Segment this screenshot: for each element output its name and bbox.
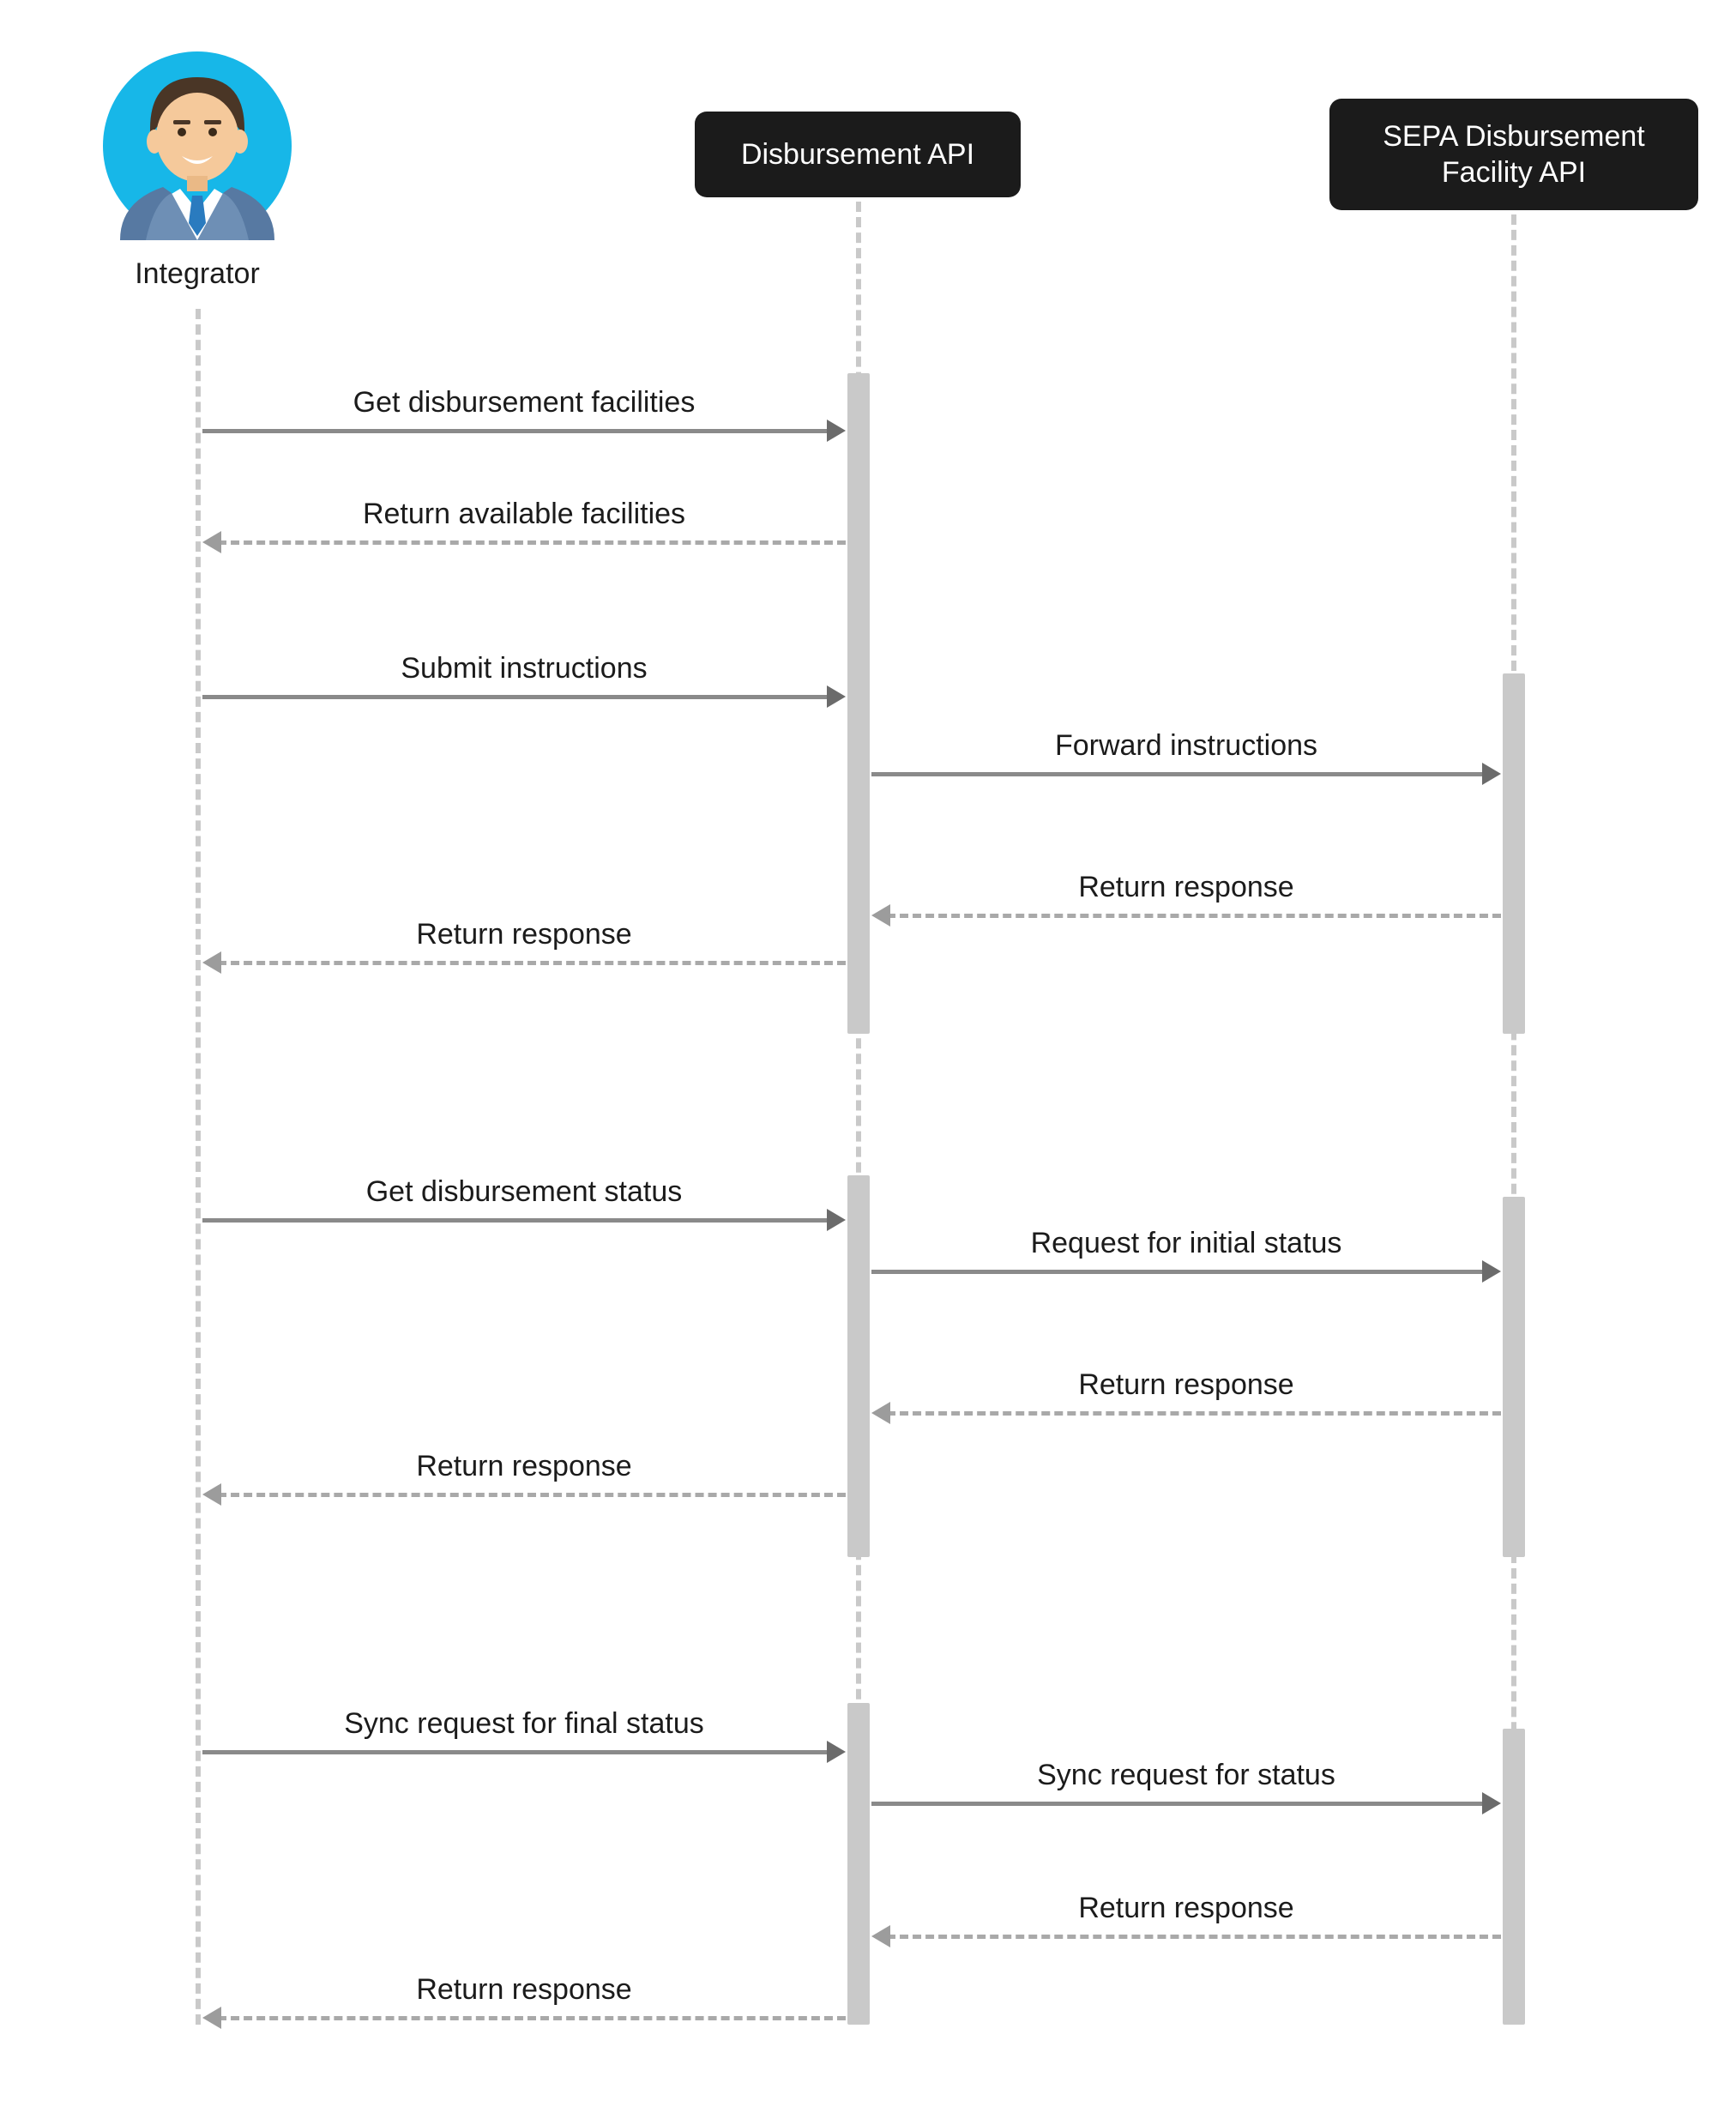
msg-label: Return response — [202, 918, 846, 951]
participant-disbursement-api-label: Disbursement API — [741, 136, 974, 173]
msg-label: Return response — [871, 871, 1501, 904]
activation-disbursement-1 — [847, 373, 870, 1034]
msg-label: Sync request for status — [871, 1759, 1501, 1792]
msg-label: Return response — [202, 1973, 846, 2007]
participant-sepa-api-label: SEPA Disbursement Facility API — [1347, 118, 1681, 191]
activation-sepa-1 — [1503, 673, 1525, 1034]
msg-label: Return response — [202, 1450, 846, 1483]
participant-sepa-api: SEPA Disbursement Facility API — [1329, 99, 1698, 210]
msg-label: Forward instructions — [871, 729, 1501, 763]
msg-label: Get disbursement facilities — [202, 386, 846, 420]
sequence-diagram: Integrator Disbursement API SEPA Disburs… — [0, 0, 1736, 2101]
integrator-label: Integrator — [94, 257, 300, 291]
msg-label: Sync request for final status — [202, 1707, 846, 1741]
activation-disbursement-3 — [847, 1703, 870, 2025]
msg-label: Submit instructions — [202, 652, 846, 685]
lifeline-integrator — [196, 309, 201, 2025]
participant-disbursement-api: Disbursement API — [695, 112, 1021, 197]
msg-label: Return response — [871, 1368, 1501, 1402]
activation-sepa-3 — [1503, 1729, 1525, 2025]
activation-sepa-2 — [1503, 1197, 1525, 1557]
msg-label: Request for initial status — [871, 1227, 1501, 1260]
integrator-avatar-icon — [103, 51, 292, 240]
msg-label: Return available facilities — [202, 498, 846, 531]
msg-label: Get disbursement status — [202, 1175, 846, 1209]
activation-disbursement-2 — [847, 1175, 870, 1557]
msg-label: Return response — [871, 1892, 1501, 1925]
